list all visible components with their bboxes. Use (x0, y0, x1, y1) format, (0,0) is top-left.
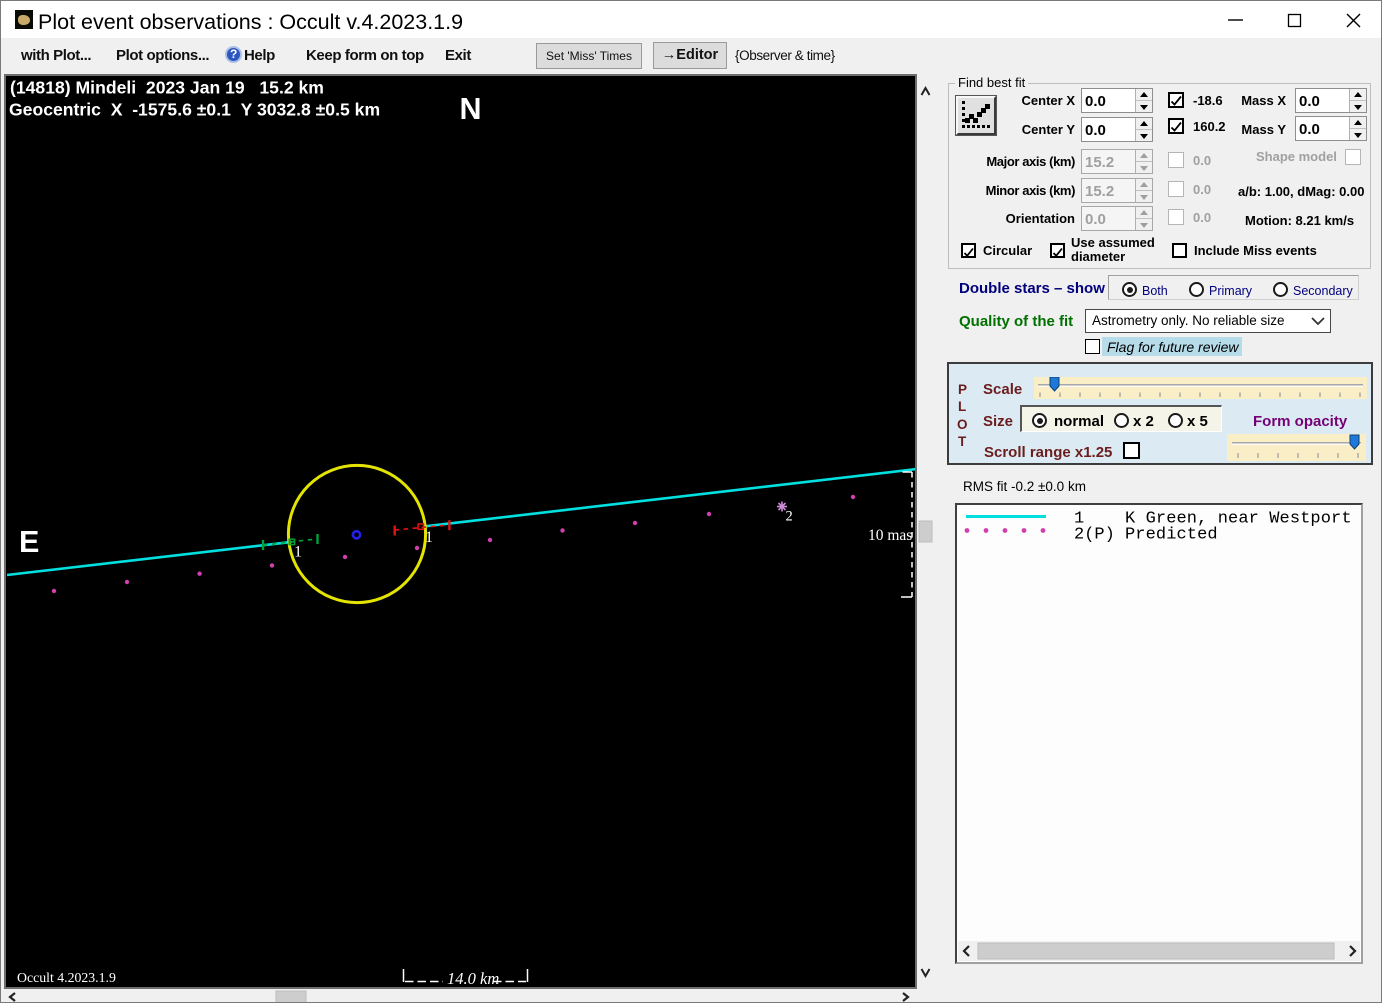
svg-text:10 mas: 10 mas (868, 527, 912, 544)
svg-text:N: N (460, 92, 482, 126)
svg-text:Predicted: Predicted (1125, 526, 1218, 545)
svg-text:Geocentric X -1575.6 ±0.1 Y: Geocentric X -1575.6 ±0.1 Y 3032.8 ±0.5 … (9, 100, 380, 120)
svg-text:1: 1 (425, 529, 433, 546)
svg-text:Occult 4.2023.1.9: Occult 4.2023.1.9 (17, 970, 116, 985)
svg-text:E: E (19, 525, 39, 559)
svg-text:1: 1 (294, 544, 302, 561)
svg-text:2(P): 2(P) (1074, 526, 1115, 545)
svg-text:14.0 km: 14.0 km (447, 969, 499, 987)
svg-text:2: 2 (786, 509, 793, 525)
svg-text:(14818) Mindeli 2023 Jan 19: (14818) Mindeli 2023 Jan 19 15.2 km (10, 78, 324, 98)
